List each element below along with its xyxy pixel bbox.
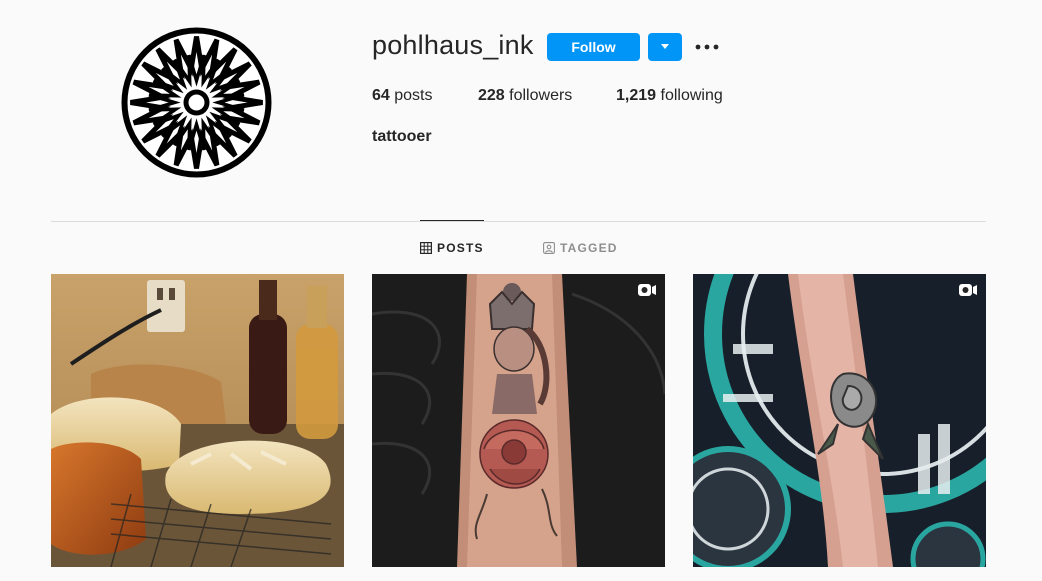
tagged-icon <box>543 242 555 254</box>
caret-down-icon <box>661 44 669 49</box>
tab-posts[interactable]: POSTS <box>420 241 484 255</box>
rose-tattoo-photo <box>693 274 986 567</box>
video-icon <box>638 284 656 296</box>
posts-count: 64 <box>372 87 390 104</box>
following-label: following <box>660 87 723 104</box>
more-options-button[interactable] <box>694 36 720 58</box>
bread-photo <box>51 274 344 567</box>
tab-tagged-label: TAGGED <box>560 241 618 255</box>
follow-button[interactable]: Follow <box>547 33 640 61</box>
tab-tagged[interactable]: TAGGED <box>543 241 618 255</box>
following-stat[interactable]: 1,219 following <box>616 87 723 105</box>
grid-icon <box>420 242 432 254</box>
posts-stat: 64 posts <box>372 87 433 105</box>
avatar-logo <box>121 27 272 178</box>
username: pohlhaus_ink <box>372 30 534 60</box>
profile-avatar[interactable] <box>121 27 272 178</box>
ellipsis-icon <box>695 44 719 50</box>
suggested-dropdown-button[interactable] <box>648 33 682 61</box>
queen-tattoo-photo <box>372 274 665 567</box>
posts-label: posts <box>394 87 433 104</box>
profile-bio: tattooer <box>372 128 432 145</box>
tabs-divider <box>51 221 986 222</box>
post-tile-queen-tattoo[interactable] <box>372 274 665 567</box>
followers-stat[interactable]: 228 followers <box>478 87 572 105</box>
video-icon <box>959 284 977 296</box>
active-tab-indicator <box>420 220 484 221</box>
post-tile-rose-tattoo[interactable] <box>693 274 986 567</box>
followers-label: followers <box>509 87 573 104</box>
following-count: 1,219 <box>616 87 657 104</box>
post-tile-bread[interactable] <box>51 274 344 567</box>
followers-count: 228 <box>478 87 505 104</box>
tab-posts-label: POSTS <box>437 241 484 255</box>
